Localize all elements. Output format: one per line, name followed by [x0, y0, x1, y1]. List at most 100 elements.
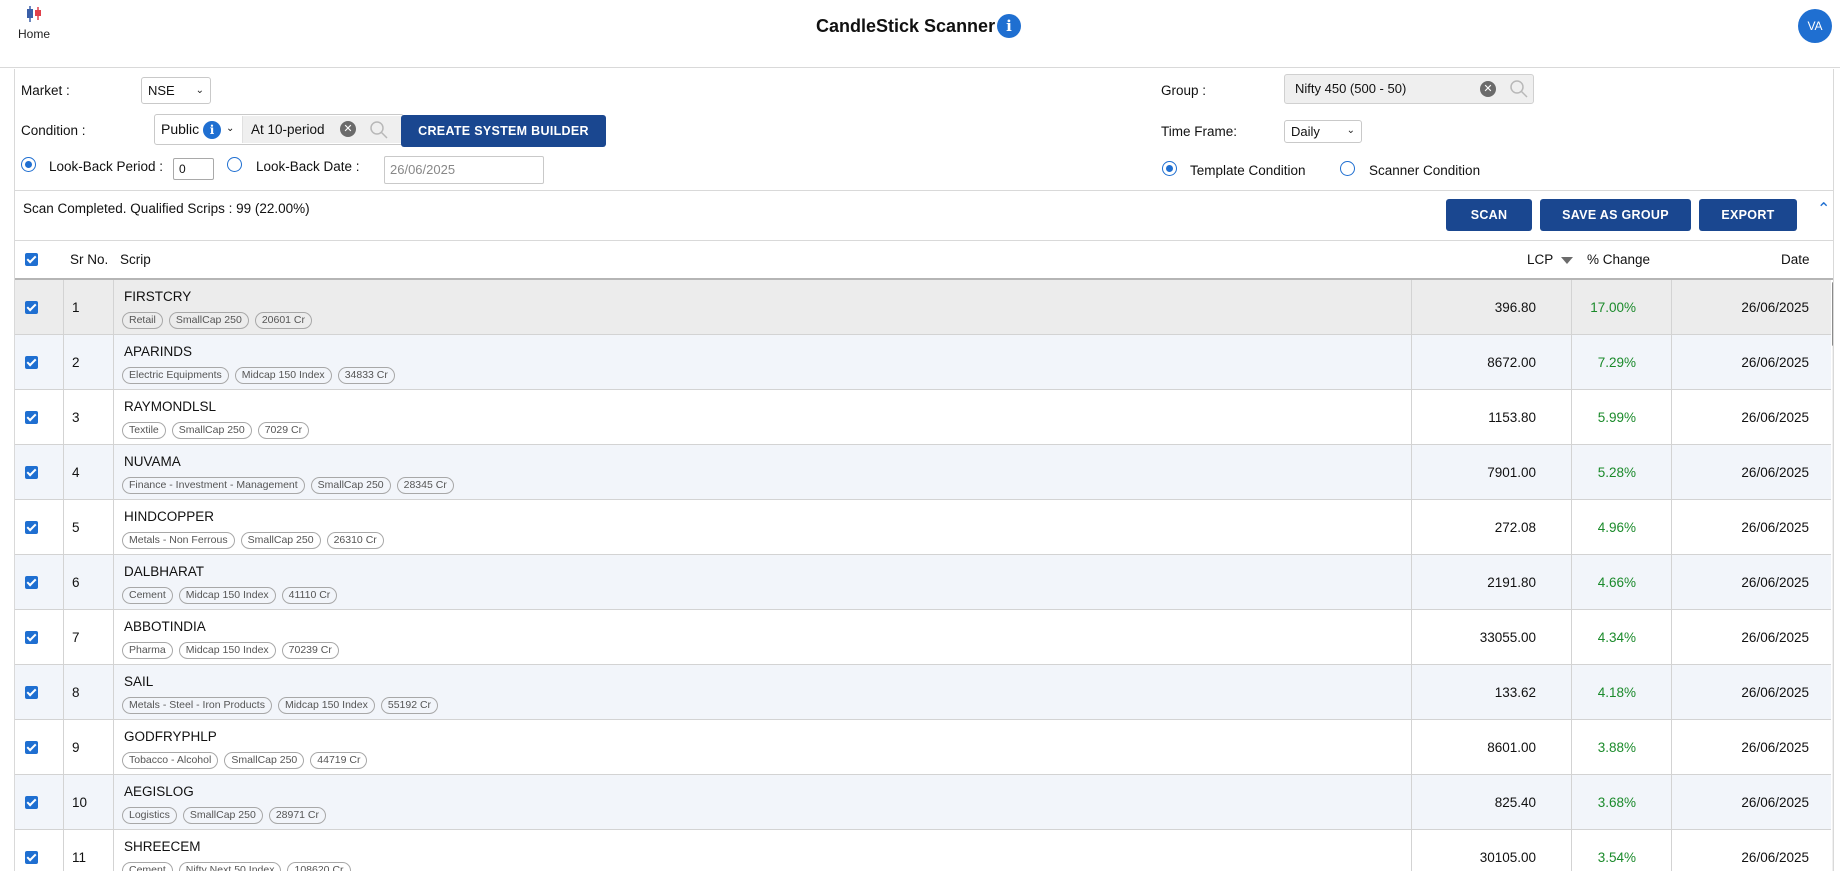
table-row[interactable]: 11 SHREECEM Cement Nifty Next 50 Index 10862… — [15, 830, 1831, 871]
row-checkbox[interactable] — [25, 686, 38, 699]
lookback-date-label: Look-Back Date : — [256, 159, 360, 174]
lookback-period-radio[interactable] — [21, 157, 36, 172]
scrip-tag: SmallCap 250 — [168, 312, 249, 329]
column-divider — [1411, 720, 1412, 775]
scrip-tag: SmallCap 250 — [224, 752, 305, 769]
lcp-value: 8672.00 — [1487, 355, 1536, 370]
column-divider — [1671, 280, 1672, 335]
table-row[interactable]: 7 ABBOTINDIA Pharma Midcap 150 Index 70239 C… — [15, 610, 1831, 665]
column-divider — [113, 610, 114, 665]
clear-icon[interactable]: ✕ — [340, 121, 356, 137]
sr-number: 9 — [72, 740, 80, 755]
scrip-tag: Midcap 150 Index — [178, 642, 276, 659]
table-row[interactable]: 2 APARINDS Electric Equipments Midcap 150 I… — [15, 335, 1831, 390]
table-row[interactable]: 5 HINDCOPPER Metals - Non Ferrous SmallCap … — [15, 500, 1831, 555]
scrip-tag: SmallCap 250 — [182, 807, 263, 824]
date-value: 26/06/2025 — [1741, 850, 1809, 865]
row-checkbox[interactable] — [25, 466, 38, 479]
column-divider — [1571, 555, 1572, 610]
lcp-value: 7901.00 — [1487, 465, 1536, 480]
column-divider — [63, 390, 64, 445]
lookback-date-input[interactable]: 26/06/2025 — [384, 156, 544, 184]
condition-info-icon[interactable]: i — [203, 121, 221, 139]
scrip-tags: Metals - Non Ferrous SmallCap 250 26310 Cr — [122, 530, 390, 549]
condition-value-box[interactable]: At 10-period ✕ — [242, 116, 403, 143]
home-link[interactable]: Home — [17, 5, 51, 41]
scrip-tag: SmallCap 250 — [310, 477, 391, 494]
row-checkbox[interactable] — [25, 411, 38, 424]
scan-status-text: Scan Completed. Qualified Scrips : 99 (2… — [23, 201, 310, 216]
info-icon[interactable]: i — [997, 14, 1021, 38]
condition-type-select[interactable]: Public — [161, 115, 199, 144]
scrip-tag: Metals - Non Ferrous — [122, 532, 235, 549]
scrollbar-thumb[interactable] — [1832, 282, 1833, 346]
scrip-tag: Cement — [122, 587, 173, 604]
row-checkbox[interactable] — [25, 796, 38, 809]
change-value: 7.29% — [1597, 355, 1636, 370]
table-row[interactable]: 10 AEGISLOG Logistics SmallCap 250 28971 Cr 8… — [15, 775, 1831, 830]
save-as-group-button[interactable]: SAVE AS GROUP — [1540, 199, 1691, 231]
filter-panel: Market : NSE ⌄ Condition : Public i ⌄ At… — [14, 69, 1834, 191]
chevron-down-icon[interactable]: ⌄ — [226, 123, 234, 134]
column-divider — [1571, 445, 1572, 500]
scrip-tags: Pharma Midcap 150 Index 70239 Cr — [122, 640, 345, 659]
column-divider — [63, 445, 64, 500]
sort-desc-icon[interactable] — [1561, 257, 1573, 264]
row-checkbox[interactable] — [25, 631, 38, 644]
column-divider — [113, 720, 114, 775]
column-divider — [113, 500, 114, 555]
sr-number: 7 — [72, 630, 80, 645]
avatar[interactable]: VA — [1798, 9, 1832, 43]
table-row[interactable]: 3 RAYMONDLSL Textile SmallCap 250 7029 Cr 115… — [15, 390, 1831, 445]
row-checkbox[interactable] — [25, 521, 38, 534]
change-value: 4.18% — [1597, 685, 1636, 700]
table-scrollbar[interactable] — [1832, 282, 1833, 871]
column-header-scrip[interactable]: Scrip — [120, 241, 151, 279]
row-checkbox[interactable] — [25, 576, 38, 589]
scanner-condition-radio[interactable] — [1340, 161, 1355, 176]
sr-number: 5 — [72, 520, 80, 535]
search-icon[interactable] — [369, 120, 389, 140]
table-row[interactable]: 9 GODFRYPHLP Tobacco - Alcohol SmallCap 250… — [15, 720, 1831, 775]
column-header-date[interactable]: Date — [1781, 241, 1810, 279]
scrip-tags: Retail SmallCap 250 20601 Cr — [122, 310, 318, 329]
column-header-change[interactable]: % Change — [1587, 241, 1650, 279]
scrip-tag: Logistics — [122, 807, 177, 824]
lookback-period-input[interactable]: 0 — [173, 158, 214, 180]
column-divider — [1671, 390, 1672, 445]
group-field[interactable]: Nifty 450 (500 - 50) ✕ — [1284, 74, 1534, 104]
table-row[interactable]: 4 NUVAMA Finance - Investment - Management… — [15, 445, 1831, 500]
scrip-tag: 28345 Cr — [396, 477, 454, 494]
row-checkbox[interactable] — [25, 851, 38, 864]
timeframe-select[interactable]: Daily ⌄ — [1284, 120, 1362, 143]
column-header-sr: Sr No. — [70, 252, 109, 267]
scan-button[interactable]: SCAN — [1446, 199, 1532, 231]
row-checkbox[interactable] — [25, 301, 38, 314]
export-button[interactable]: EXPORT — [1699, 199, 1797, 231]
chevron-down-icon: ⌄ — [195, 85, 204, 96]
row-checkbox[interactable] — [25, 741, 38, 754]
lookback-date-radio[interactable] — [227, 157, 242, 172]
scrip-tag: 108620 Cr — [287, 862, 351, 871]
change-value: 17.00% — [1590, 300, 1636, 315]
select-all-checkbox[interactable] — [25, 253, 38, 266]
create-system-builder-button[interactable]: CREATE SYSTEM BUILDER — [401, 115, 606, 147]
scrip-tag: Pharma — [122, 642, 173, 659]
column-header-lcp[interactable]: LCP — [1527, 241, 1553, 279]
date-value: 26/06/2025 — [1741, 740, 1809, 755]
scrip-tag: SmallCap 250 — [171, 422, 252, 439]
scrip-tag: SmallCap 250 — [240, 532, 321, 549]
search-icon[interactable] — [1509, 79, 1529, 99]
column-divider — [113, 280, 114, 335]
row-checkbox[interactable] — [25, 356, 38, 369]
column-divider — [1671, 830, 1672, 871]
template-condition-radio[interactable] — [1162, 161, 1177, 176]
market-select[interactable]: NSE ⌄ — [141, 77, 211, 104]
column-divider — [113, 335, 114, 390]
clear-icon[interactable]: ✕ — [1480, 81, 1496, 97]
table-row[interactable]: 6 DALBHARAT Cement Midcap 150 Index 41110 Cr… — [15, 555, 1831, 610]
table-row[interactable]: 1 FIRSTCRY Retail SmallCap 250 20601 Cr 396.8… — [15, 280, 1831, 335]
chevron-up-icon[interactable]: ⌃ — [1817, 199, 1830, 219]
date-value: 26/06/2025 — [1741, 520, 1809, 535]
table-row[interactable]: 8 SAIL Metals - Steel - Iron Products Midca… — [15, 665, 1831, 720]
